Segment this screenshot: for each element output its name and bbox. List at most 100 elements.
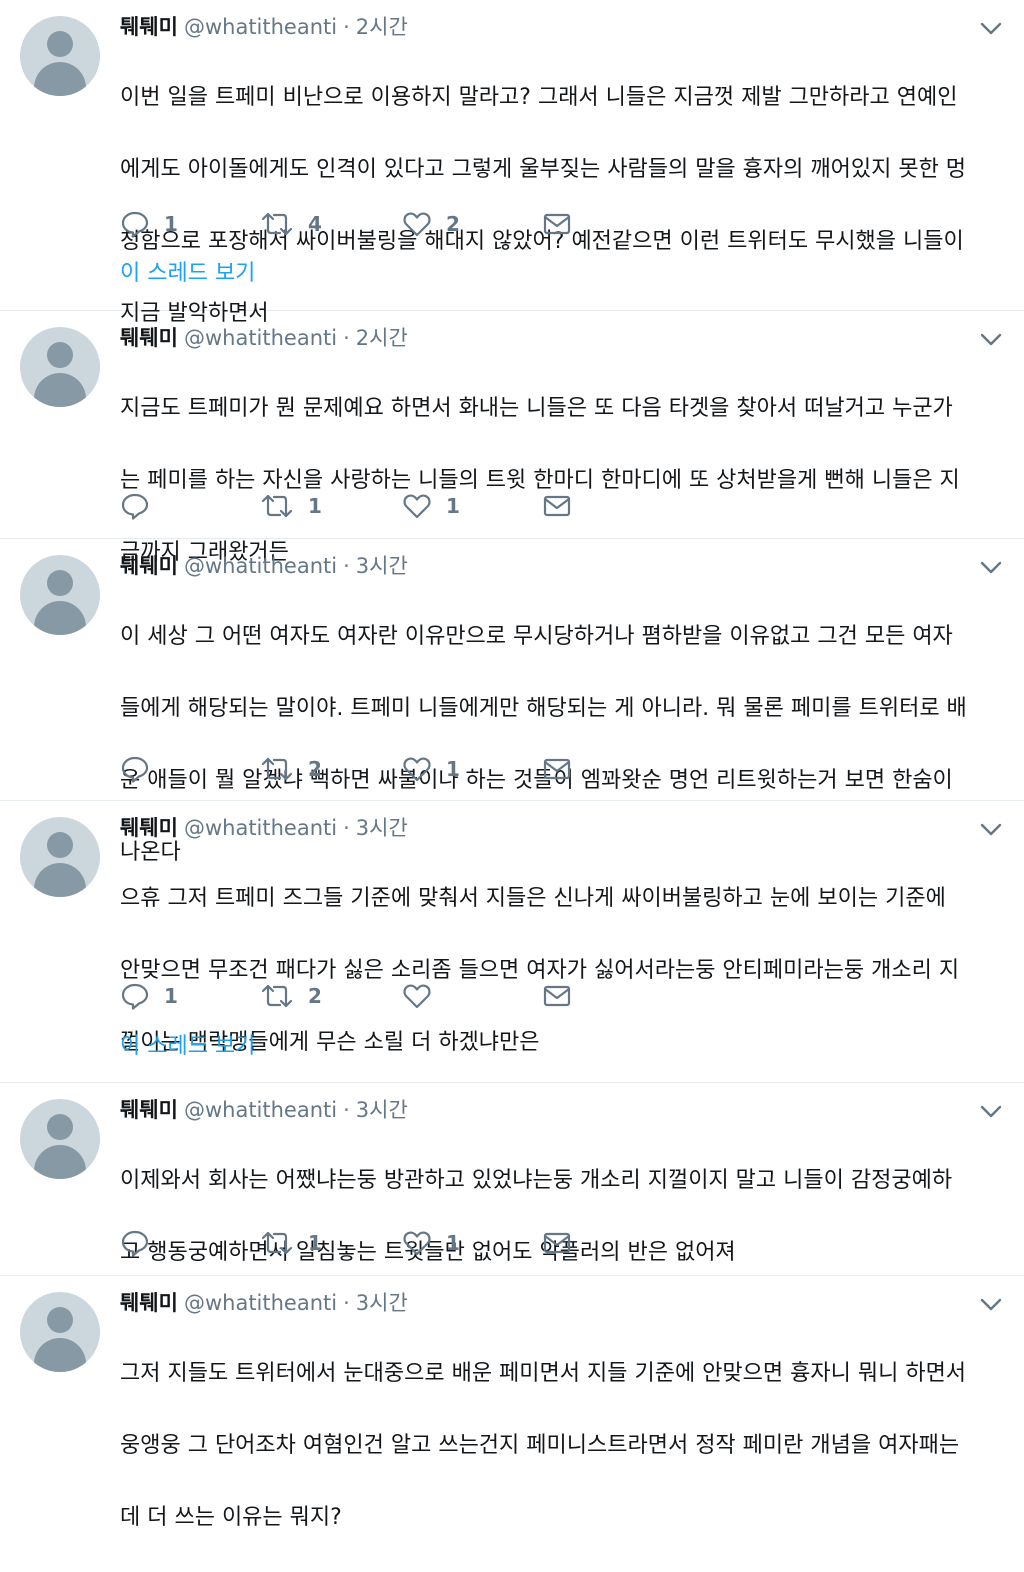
like-button[interactable]: 1 [402,489,460,523]
tweet[interactable]: 퉤퉤미 @whatitheanti · 3시간 이제와서 회사는 어쨌냐는둥 방관하고… [0,1083,1024,1276]
chevron-down-icon[interactable] [980,1298,1002,1312]
tweet-header: 퉤퉤미 @whatitheanti · 3시간 [120,1288,408,1318]
tweet-text-line: 이번 일을 트페미 비난으로 이용하지 말라고? 그래서 니들은 지금껏 제발 … [120,85,958,110]
display-name[interactable]: 퉤퉤미 [120,1098,178,1122]
direct-message-button[interactable] [542,207,572,241]
tweet-text-line: 이 세상 그 어떤 여자도 여자란 이유만으로 무시당하거나 폄하받을 이유없고… [120,624,953,649]
chevron-down-icon[interactable] [980,1105,1002,1119]
default-avatar-icon[interactable] [20,555,100,635]
reply-count: 1 [164,984,178,1008]
separator-dot: · [343,1098,350,1122]
chevron-down-icon[interactable] [980,22,1002,36]
chevron-down-icon[interactable] [980,561,1002,575]
user-handle[interactable]: @whatitheanti [184,326,337,350]
tweet-timestamp[interactable]: 3시간 [356,554,408,578]
tweet[interactable]: 퉤퉤미 @whatitheanti · 3시간 이 세상 그 어떤 여자도 여자란 이… [0,539,1024,865]
direct-message-button[interactable] [542,979,572,1013]
reply-count: 1 [164,212,178,236]
user-handle[interactable]: @whatitheanti [184,1291,337,1315]
show-thread-link[interactable]: 이 스레드 보기 [120,258,255,290]
tweet-timestamp[interactable]: 3시간 [356,816,408,840]
like-count: 2 [446,212,460,236]
show-thread-link[interactable]: 이 스레드 보기 [120,1031,255,1063]
like-button[interactable]: 1 [402,752,460,786]
tweet-timestamp[interactable]: 2시간 [356,326,408,350]
tweet-header: 퉤퉤미 @whatitheanti · 3시간 [120,551,408,581]
retweet-icon [261,984,293,1008]
reply-icon [121,211,149,238]
retweet-button[interactable]: 1 [260,489,322,523]
display-name[interactable]: 퉤퉤미 [120,326,178,350]
tweet-text: 그저 지들도 트위터에서 눈대중으로 배운 페미면서 지들 기준에 안맞으면 흉… [120,1320,1010,1572]
reply-button[interactable] [120,489,164,523]
default-avatar-icon[interactable] [20,817,100,897]
display-name[interactable]: 퉤퉤미 [120,554,178,578]
tweet[interactable]: 퉤퉤미 @whatitheanti · 2시간 이번 일을 트페미 비난으로 이용하지… [0,0,1024,326]
reply-button[interactable] [120,1226,164,1260]
retweet-button[interactable]: 1 [260,1226,322,1260]
heart-icon [403,1231,431,1256]
tweet-text-line: 데 더 쓰는 이유는 뭐지? [120,1505,342,1530]
tweet-text-line: 에게도 아이돌에게도 인격이 있다고 그렇게 울부짖는 사람들의 말을 흉자의 … [120,157,967,182]
tweet-actions: 1 1 [120,489,580,523]
like-button[interactable] [402,979,446,1013]
reply-icon [121,983,149,1010]
like-count: 1 [446,494,460,518]
retweet-icon [261,1231,293,1255]
direct-message-button[interactable] [542,1226,572,1260]
chevron-down-icon[interactable] [980,823,1002,837]
retweet-button[interactable]: 2 [260,979,322,1013]
like-button[interactable]: 2 [402,207,460,241]
tweet-timestamp[interactable]: 3시간 [356,1291,408,1315]
tweet-text-line: 웅앵웅 그 단어조차 여혐인건 알고 쓰는건지 페미니스트라면서 정작 페미란 … [120,1433,960,1458]
reply-button[interactable]: 1 [120,979,178,1013]
tweet-actions: 2 1 [120,752,580,786]
reply-button[interactable]: 1 [120,207,178,241]
tweet-text-line: 들에게 해당되는 말이야. 트페미 니들에게만 해당되는 게 아니라. 뭐 물론… [120,696,967,721]
reply-icon [121,756,149,783]
tweet[interactable]: 퉤퉤미 @whatitheanti · 2시간 지금도 트페미가 뭔 문제예요 하면서… [0,311,1024,565]
like-count: 1 [446,757,460,781]
tweet-timestamp[interactable]: 3시간 [356,1098,408,1122]
direct-message-icon [543,1232,571,1254]
retweet-button[interactable]: 2 [260,752,322,786]
retweet-count: 1 [308,1231,322,1255]
retweet-icon [261,757,293,781]
separator-dot: · [343,554,350,578]
heart-icon [403,494,431,519]
retweet-count: 1 [308,494,322,518]
default-avatar-icon[interactable] [20,1099,100,1179]
user-handle[interactable]: @whatitheanti [184,1098,337,1122]
user-handle[interactable]: @whatitheanti [184,15,337,39]
tweet-text-line: 이제와서 회사는 어쨌냐는둥 방관하고 있었냐는둥 개소리 지껄이지 말고 니들… [120,1168,953,1193]
reply-icon [121,1230,149,1257]
tweet-timestamp[interactable]: 2시간 [356,15,408,39]
direct-message-button[interactable] [542,489,572,523]
tweet-actions: 1 1 [120,1226,580,1260]
like-count: 1 [446,1231,460,1255]
default-avatar-icon[interactable] [20,327,100,407]
tweet-text-line: 으휴 그저 트페미 즈그들 기준에 맞춰서 지들은 신나게 싸이버불링하고 눈에… [120,886,946,911]
retweet-count: 4 [308,212,322,236]
direct-message-button[interactable] [542,752,572,786]
direct-message-icon [543,213,571,235]
tweet-header: 퉤퉤미 @whatitheanti · 2시간 [120,12,408,42]
tweet-text-line: 지금도 트페미가 뭔 문제예요 하면서 화내는 니들은 또 다음 타겟을 찾아서… [120,396,953,421]
default-avatar-icon[interactable] [20,1292,100,1372]
tweet-header: 퉤퉤미 @whatitheanti · 3시간 [120,813,408,843]
heart-icon [403,984,431,1009]
retweet-button[interactable]: 4 [260,207,322,241]
user-handle[interactable]: @whatitheanti [184,816,337,840]
default-avatar-icon[interactable] [20,16,100,96]
user-handle[interactable]: @whatitheanti [184,554,337,578]
tweet[interactable]: 퉤퉤미 @whatitheanti · 3시간 으휴 그저 트페미 즈그들 기준에 맞… [0,801,1024,1083]
direct-message-icon [543,495,571,517]
chevron-down-icon[interactable] [980,333,1002,347]
display-name[interactable]: 퉤퉤미 [120,816,178,840]
tweet[interactable]: 퉤퉤미 @whatitheanti · 3시간 그저 지들도 트위터에서 눈대중으로 … [0,1276,1024,1530]
reply-button[interactable] [120,752,164,786]
like-button[interactable]: 1 [402,1226,460,1260]
display-name[interactable]: 퉤퉤미 [120,15,178,39]
tweet-text-line: 그저 지들도 트위터에서 눈대중으로 배운 페미면서 지들 기준에 안맞으면 흉… [120,1361,967,1386]
display-name[interactable]: 퉤퉤미 [120,1291,178,1315]
